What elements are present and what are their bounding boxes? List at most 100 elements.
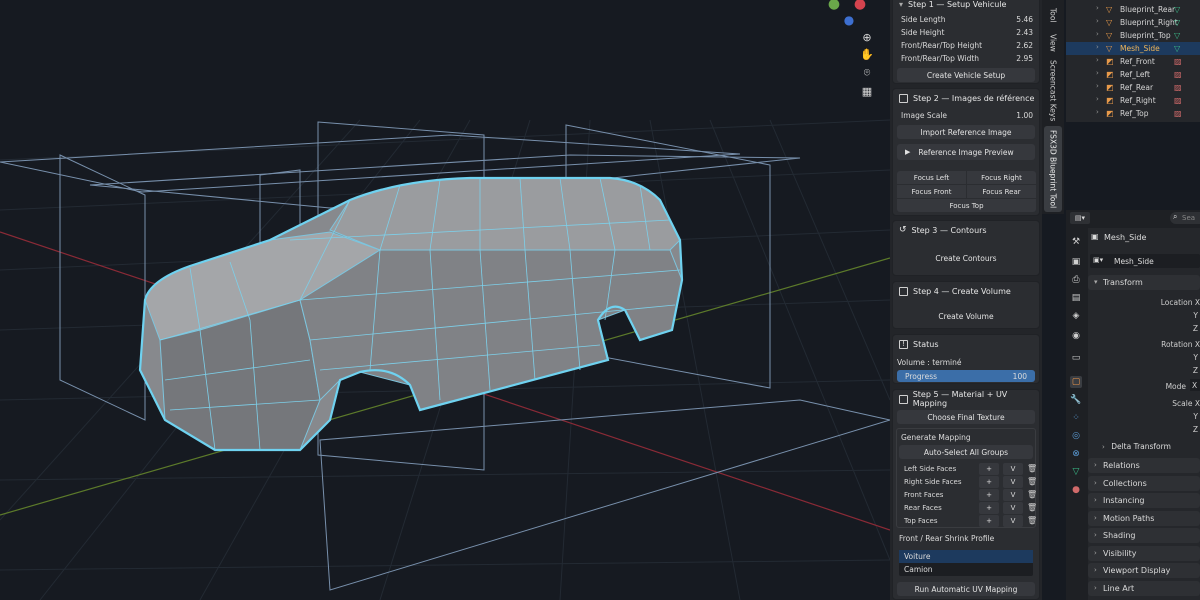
zoom-icon[interactable]: ⊕ [859,30,875,46]
properties-search[interactable]: ⌕ Sea [1170,212,1200,224]
select-faces-button[interactable]: V [1003,502,1023,514]
reference-image-preview-button[interactable]: ▶ Reference Image Preview [897,144,1035,160]
focus-right-button[interactable]: Focus Right [967,171,1036,184]
modifier-wrench-icon[interactable]: 🔧 [1070,394,1082,406]
focus-front-button[interactable]: Focus Front [897,185,966,198]
constraints-icon[interactable]: ⊗ [1070,448,1082,460]
trash-icon[interactable]: 🗑 [1027,477,1037,487]
trash-icon[interactable]: 🗑 [1027,464,1037,474]
collection-icon[interactable]: ▭ [1070,352,1082,364]
chevron-right-icon[interactable]: › [1096,17,1099,25]
gizmo-y-axis[interactable]: ● [826,0,842,12]
scene-icon[interactable]: ◈ [1070,310,1082,322]
frt-height-field[interactable]: Front/Rear/Top Height 2.62 [901,39,1033,51]
create-vehicle-setup-button[interactable]: Create Vehicle Setup [897,68,1035,82]
trash-icon[interactable]: 🗑 [1027,490,1037,500]
physics-icon[interactable]: ◎ [1070,430,1082,442]
outliner-item-blueprint-top[interactable]: › ▽ Blueprint_Top ▽ [1066,29,1200,42]
output-icon[interactable]: ⎙ [1070,274,1082,286]
tab-fsx3d-blueprint-tool[interactable]: FSX3D Blueprint Tool [1044,126,1062,212]
panel-viewport-display[interactable]: › Viewport Display [1088,563,1200,578]
add-faces-button[interactable]: + [979,463,999,475]
outliner-item-ref-front[interactable]: › ◩ Ref_Front ▨ [1066,55,1200,68]
panel-collections[interactable]: › Collections [1088,475,1200,491]
particles-icon[interactable]: ⁘ [1070,412,1082,424]
frt-width-field[interactable]: Front/Rear/Top Width 2.95 [901,52,1033,64]
view-layer-icon[interactable]: ▤ [1070,292,1082,304]
profile-option-camion[interactable]: Camion [899,563,1033,576]
add-faces-button[interactable]: + [979,476,999,488]
select-faces-button[interactable]: V [1003,489,1023,501]
profile-option-voiture[interactable]: Voiture [899,550,1033,563]
step1-header[interactable]: ▾ Step 1 — Setup Vehicule [893,0,1039,13]
panel-line-art[interactable]: › Line Art [1088,580,1200,596]
focus-top-button[interactable]: Focus Top [897,199,1036,212]
outliner-item-blueprint-rear[interactable]: › ▽ Blueprint_Rear ▽ [1066,3,1200,16]
material-icon[interactable]: ● [1070,484,1082,496]
chevron-right-icon[interactable]: › [1096,69,1099,77]
gizmo-x-axis[interactable]: ● [852,0,868,12]
create-volume-button[interactable]: Create Volume [897,309,1035,323]
auto-select-all-groups-button[interactable]: Auto-Select All Groups [899,445,1033,459]
transform-panel-header[interactable]: ▾ Transform [1088,275,1200,290]
add-faces-button[interactable]: + [979,489,999,501]
step5-header[interactable]: Step 5 — Material + UV Mapping [893,390,1039,408]
outliner-item-ref-left[interactable]: › ◩ Ref_Left ▨ [1066,68,1200,81]
select-faces-button[interactable]: V [1003,476,1023,488]
side-length-field[interactable]: Side Length 5.46 [901,13,1033,25]
image-scale-field[interactable]: Image Scale 1.00 [901,109,1033,121]
create-contours-button[interactable]: Create Contours [897,251,1035,265]
gizmo-z-axis[interactable]: ● [841,12,857,28]
chevron-right-icon[interactable]: › [1096,82,1099,90]
object-name-field[interactable]: ▣▾ Mesh_Side [1090,254,1200,268]
editor-type-dropdown[interactable]: ▤▾ [1070,212,1090,224]
chevron-right-icon[interactable]: › [1096,108,1099,116]
3d-viewport[interactable]: ● ● ● ⊕ ✋ ⌾ ▦ [0,0,890,600]
rotation-mode-dropdown[interactable]: X [1190,379,1200,391]
focus-rear-button[interactable]: Focus Rear [967,185,1036,198]
panel-visibility[interactable]: › Visibility [1088,545,1200,561]
add-faces-button[interactable]: + [979,502,999,514]
tool-settings-icon[interactable]: ⚒ [1070,236,1082,248]
step3-header[interactable]: ↺ Step 3 — Contours [893,221,1039,239]
add-faces-button[interactable]: + [979,515,999,527]
focus-left-button[interactable]: Focus Left [897,171,966,184]
grid-perspective-icon[interactable]: ▦ [859,84,875,100]
camera-icon[interactable]: ⌾ [859,65,875,81]
panel-relations[interactable]: › Relations [1088,458,1200,473]
step2-header[interactable]: Step 2 — Images de référence [893,89,1039,107]
tab-view[interactable]: View [1044,30,1062,56]
tab-tool[interactable]: Tool [1044,2,1062,28]
side-height-field[interactable]: Side Height 2.43 [901,26,1033,38]
outliner-item-ref-right[interactable]: › ◩ Ref_Right ▨ [1066,94,1200,107]
tab-screencast-keys[interactable]: Screencast Keys [1044,58,1062,124]
step4-header[interactable]: Step 4 — Create Volume [893,282,1039,300]
chevron-right-icon[interactable]: › [1096,4,1099,12]
pan-hand-icon[interactable]: ✋ [859,47,875,63]
status-header[interactable]: ! Status [893,335,1039,353]
chevron-right-icon[interactable]: › [1096,43,1099,51]
panel-motion-paths[interactable]: › Motion Paths [1088,510,1200,526]
trash-icon[interactable]: 🗑 [1027,503,1037,513]
data-mesh-icon[interactable]: ▽ [1070,466,1082,478]
panel-instancing[interactable]: › Instancing [1088,493,1200,508]
object-icon[interactable]: ▢ [1070,376,1082,388]
choose-final-texture-button[interactable]: Choose Final Texture [897,410,1035,424]
outliner-item-ref-top[interactable]: › ◩ Ref_Top ▨ [1066,107,1200,120]
panel-shading[interactable]: › Shading [1088,528,1200,543]
outliner-item-blueprint-right[interactable]: › ▽ Blueprint_Right ▽ [1066,16,1200,29]
import-reference-image-button[interactable]: Import Reference Image [897,125,1035,139]
outliner-item-mesh-side[interactable]: › ▽ Mesh_Side ▽ [1066,42,1200,55]
render-icon[interactable]: ▣ [1070,256,1082,268]
chevron-right-icon[interactable]: › [1096,95,1099,103]
select-faces-button[interactable]: V [1003,463,1023,475]
uv-grid-icon [899,394,908,404]
chevron-right-icon[interactable]: › [1096,56,1099,64]
chevron-right-icon[interactable]: › [1096,30,1099,38]
outliner-item-ref-rear[interactable]: › ◩ Ref_Rear ▨ [1066,81,1200,94]
run-automatic-uv-mapping-button[interactable]: Run Automatic UV Mapping [897,582,1035,596]
world-icon[interactable]: ◉ [1070,330,1082,342]
delta-transform-subpanel[interactable]: › Delta Transform [1102,442,1171,451]
trash-icon[interactable]: 🗑 [1027,516,1037,526]
select-faces-button[interactable]: V [1003,515,1023,527]
